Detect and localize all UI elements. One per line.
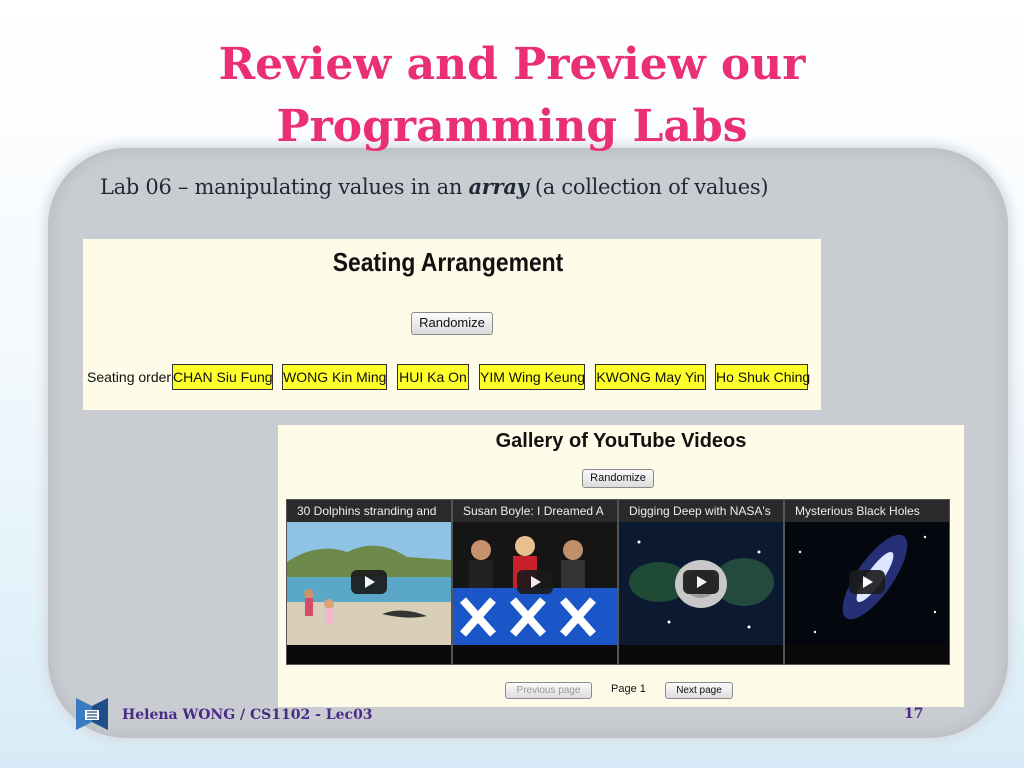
slide-subtitle: Lab 06 – manipulating values in an array… (100, 174, 769, 199)
slide-title-line1: Review and Preview our (218, 39, 806, 90)
gallery-title: Gallery of YouTube Videos (495, 430, 747, 452)
previous-page-button[interactable]: Previous page (505, 682, 592, 699)
footer-author: Helena WONG / CS1102 - Lec03 (122, 707, 373, 723)
seating-title: Seating Arrangement (332, 247, 564, 277)
play-icon[interactable] (351, 570, 387, 594)
video-title-3: Digging Deep with NASA's (619, 500, 783, 522)
video-thumbnail-2[interactable]: Susan Boyle: I Dreamed A (452, 499, 618, 665)
play-icon[interactable] (683, 570, 719, 594)
gallery-randomize-button[interactable]: Randomize (582, 469, 654, 488)
subtitle-emphasis: array (468, 174, 529, 199)
seat-name-6: Ho Shuk Ching (715, 364, 810, 390)
seating-order-label: Seating order: (87, 369, 175, 385)
play-icon[interactable] (849, 570, 885, 594)
university-logo-icon (76, 698, 108, 730)
video-thumbnail-3[interactable]: Digging Deep with NASA's (618, 499, 784, 665)
video-gallery-screenshot: Gallery of YouTube Videos Randomize 30 D… (278, 425, 964, 707)
video-title-4: Mysterious Black Holes (785, 500, 949, 522)
video-title-2: Susan Boyle: I Dreamed A (453, 500, 617, 522)
subtitle-suffix: (a collection of values) (528, 175, 769, 199)
seating-randomize-button[interactable]: Randomize (411, 312, 493, 335)
page-number: 17 (904, 706, 924, 722)
video-thumbnail-4[interactable]: Mysterious Black Holes (784, 499, 950, 665)
seat-name-1: CHAN Siu Fung (172, 364, 273, 390)
video-title-1: 30 Dolphins stranding and (287, 500, 451, 522)
video-thumbnail-1[interactable]: 30 Dolphins stranding and (286, 499, 452, 665)
seat-name-2: WONG Kin Ming (282, 364, 387, 390)
subtitle-prefix: Lab 06 – manipulating values in an (100, 175, 469, 199)
seat-name-5: KWONG May Yin (595, 364, 706, 390)
seat-name-3: HUI Ka On (397, 364, 469, 390)
page-indicator: Page 1 (611, 683, 646, 695)
play-icon[interactable] (517, 570, 553, 594)
next-page-button[interactable]: Next page (665, 682, 733, 699)
seating-arrangement-screenshot: Seating Arrangement Randomize Seating or… (83, 239, 821, 410)
seat-name-4: YIM Wing Keung (479, 364, 585, 390)
slide-title-line2: Programming Labs (276, 101, 748, 152)
